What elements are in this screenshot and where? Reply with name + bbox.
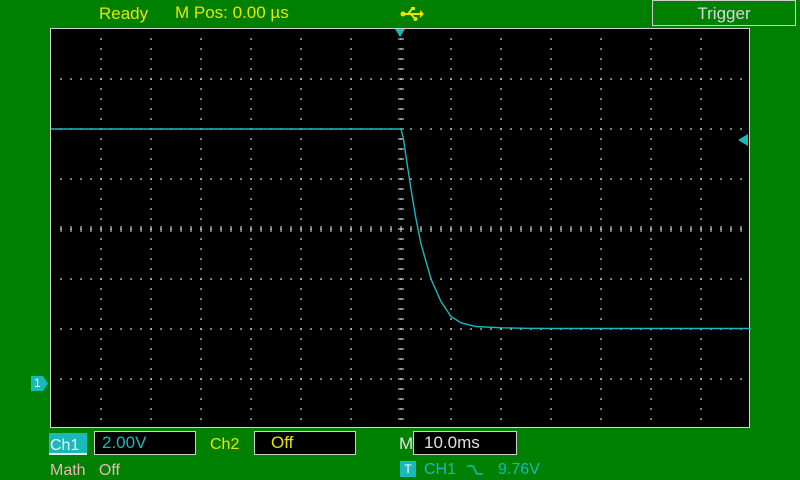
horizontal-position: M Pos: 0.00 µs <box>175 3 289 22</box>
ch1-ground-marker[interactable]: 1 <box>31 376 48 391</box>
ch1-trace-line <box>51 128 751 330</box>
waveform-display <box>50 28 751 428</box>
ch2-label[interactable]: Ch2 <box>210 437 239 453</box>
falling-edge-icon <box>467 465 483 475</box>
trigger-icon: T <box>400 461 416 477</box>
trigger-menu-title[interactable]: Trigger <box>652 0 796 26</box>
trigger-source: CH1 <box>424 461 457 478</box>
trigger-level-value: 9.76V <box>498 461 540 478</box>
main-timebase-label: M <box>399 434 414 453</box>
ch1-scale: 2.00V <box>94 431 196 455</box>
status-ready: Ready <box>99 4 149 23</box>
timebase-value: 10.0ms <box>413 431 517 455</box>
math-state: Off <box>98 462 120 479</box>
ch2-state: Off <box>254 431 356 455</box>
ch1-waveform <box>51 128 751 330</box>
math-status[interactable]: Math Off <box>50 463 120 479</box>
ch1-label[interactable]: Ch1 <box>49 433 87 455</box>
usb-icon <box>400 7 424 21</box>
math-label: Math <box>50 462 86 479</box>
